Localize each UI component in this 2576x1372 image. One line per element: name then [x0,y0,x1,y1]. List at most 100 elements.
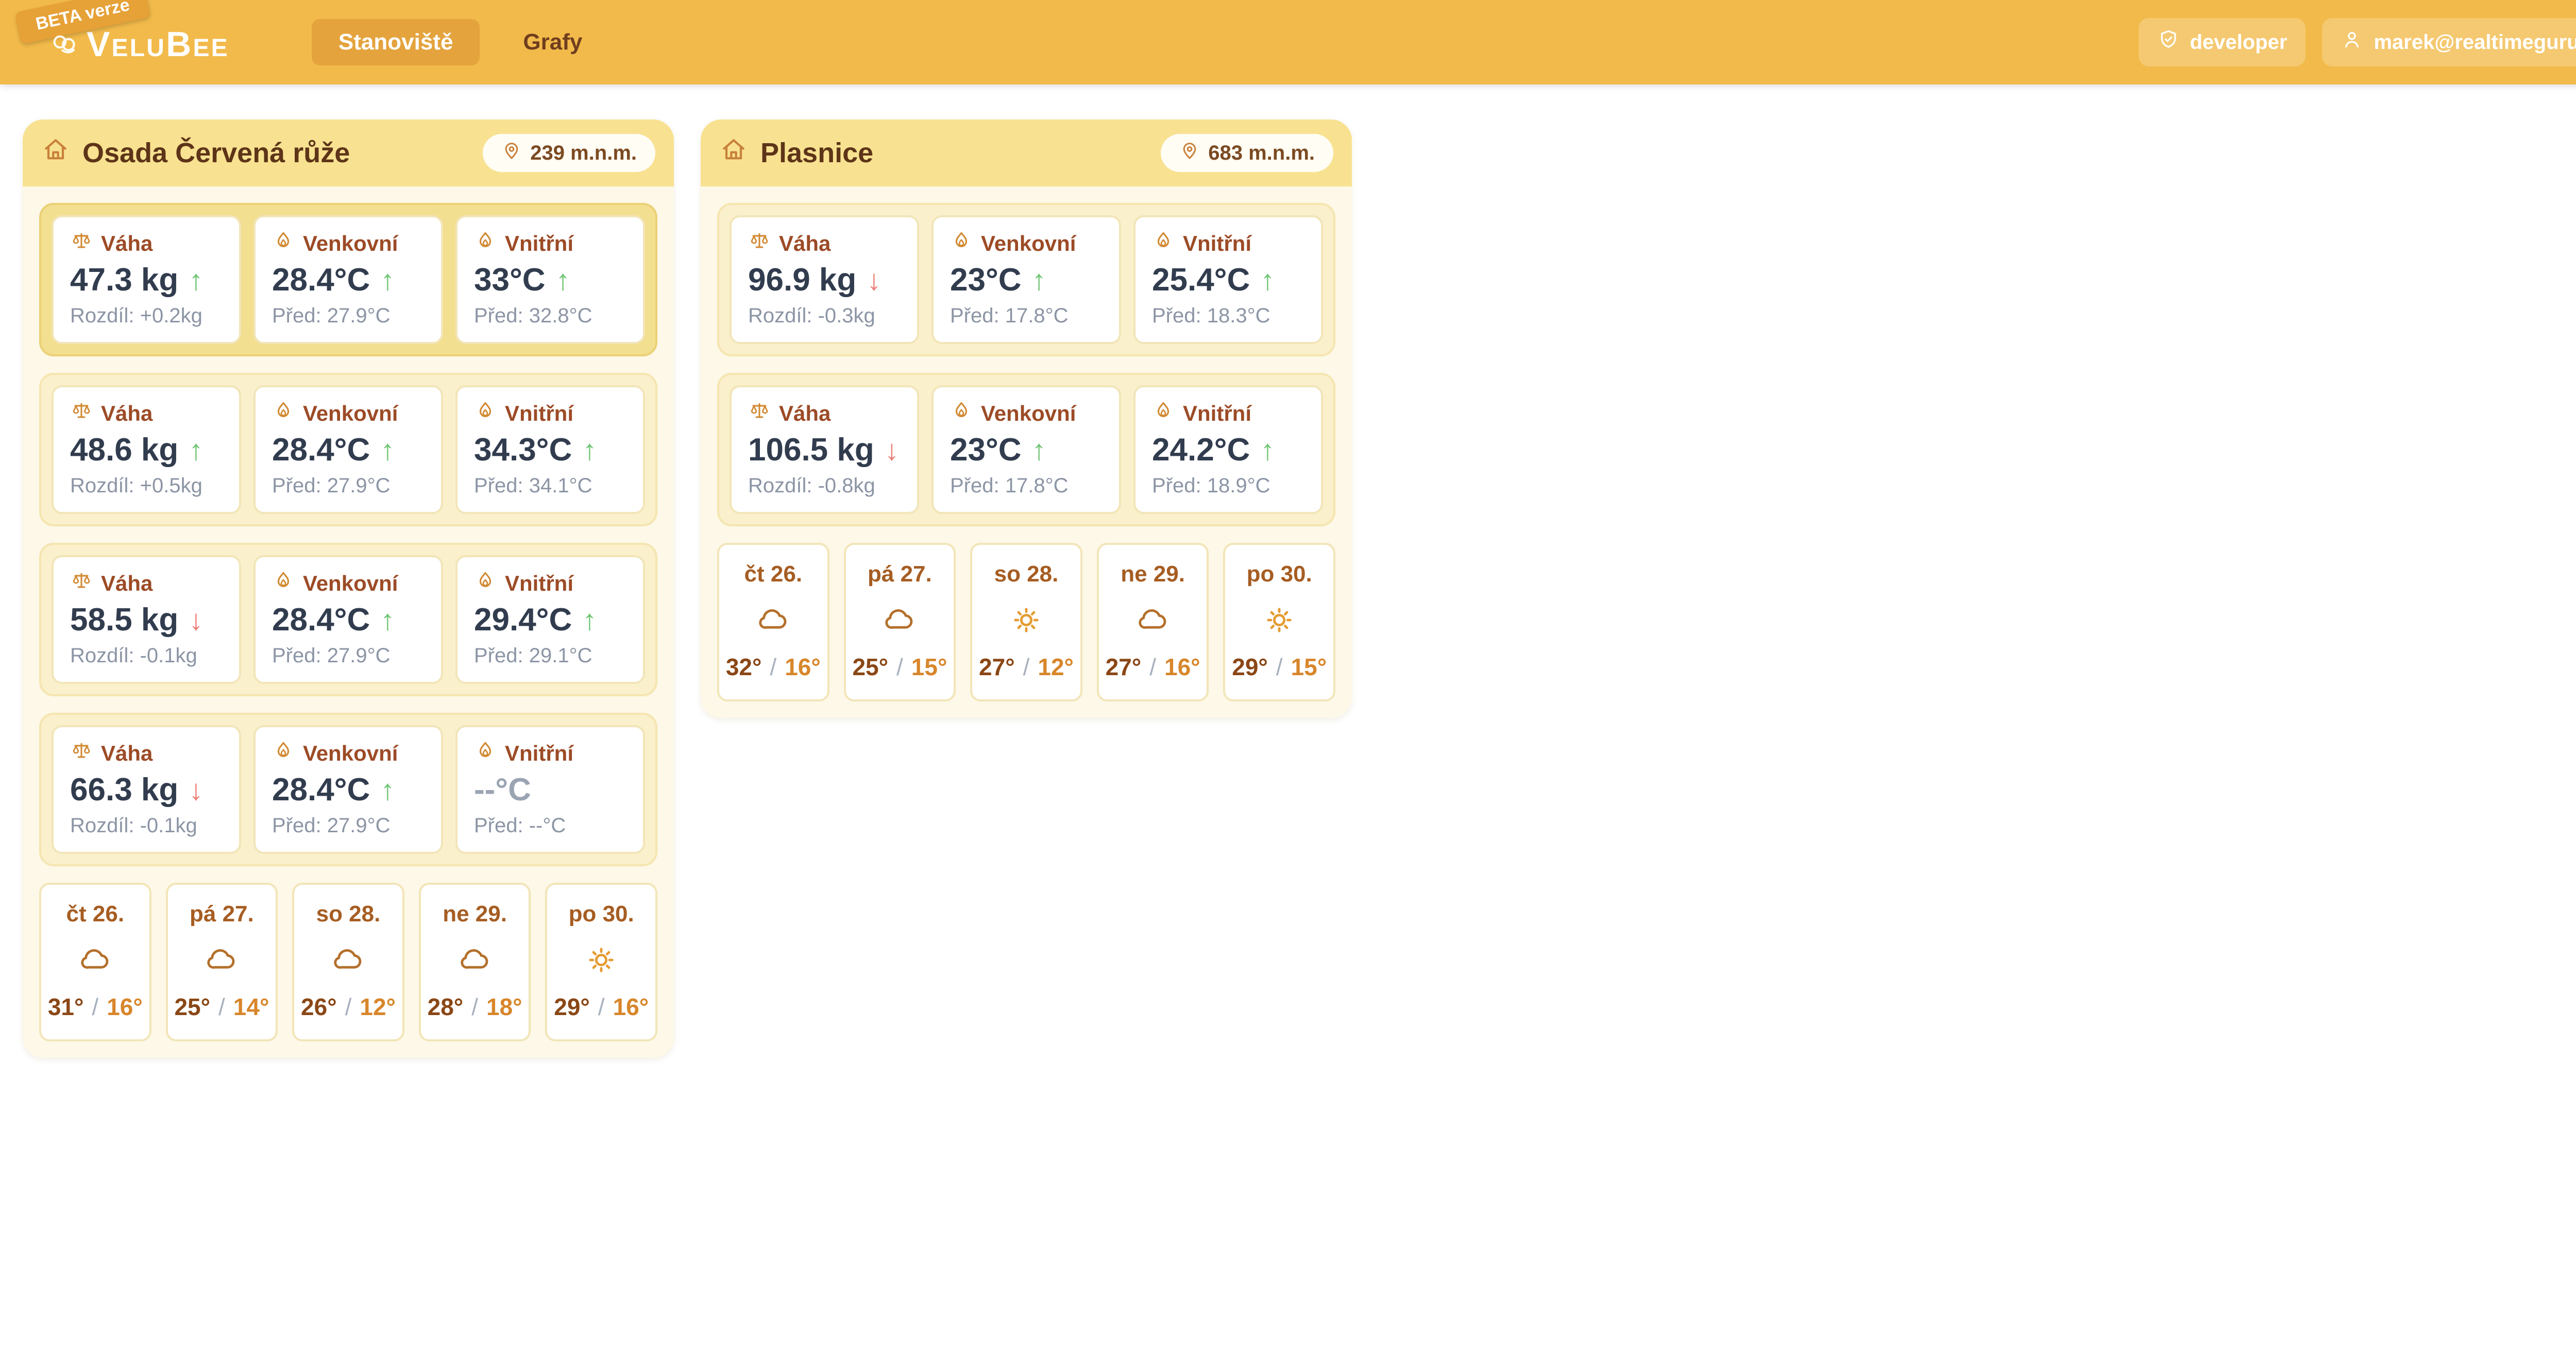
cloud-icon [455,942,495,977]
forecast-day: po 30. [1247,561,1312,587]
flame-icon [474,400,497,427]
metric-label: Váha [101,401,152,426]
forecast-day: ne 29. [1121,561,1185,587]
station-body: Váha 96.9 kg↓ Rozdíl: -0.3kg Venkovní 23… [701,186,1352,718]
stations-container: Osada Červená růže 239 m.n.m. Váha 47.3 … [0,84,2576,1093]
indoor-temp-value: --°C [474,771,531,808]
forecast-row: čt 26. 32°/16° pá 27. 25°/15° so 28. 27°… [717,543,1335,701]
hive-row[interactable]: Váha 58.5 kg↓ Rozdíl: -0.1kg Venkovní 28… [39,543,657,696]
outdoor-temp-value: 28.4°C [272,432,370,468]
user-account-badge[interactable]: marek@realtimeguru.cz [2322,18,2576,66]
forecast-high: 31° [48,993,84,1021]
metric-label: Váha [779,231,831,256]
outdoor-temp-tile: Venkovní 28.4°C↑ Před: 27.9°C [253,385,443,514]
forecast-low: 15° [1291,653,1327,681]
indoor-temp-prev: Před: 18.9°C [1152,474,1304,498]
hive-row[interactable]: Váha 47.3 kg↑ Rozdíl: +0.2kg Venkovní 28… [39,203,657,356]
tab-stanoviste[interactable]: Stanoviště [312,19,480,65]
brand-logo[interactable]: BETA verze VeluBee [49,19,229,65]
weight-value: 48.6 kg [70,432,178,468]
forecast-low: 12° [360,993,396,1021]
forecast-day: pá 27. [868,561,932,587]
weight-tile: Váha 58.5 kg↓ Rozdíl: -0.1kg [52,555,241,684]
main-tabs: Stanoviště Grafy [312,19,609,65]
forecast-low: 15° [911,653,947,681]
outdoor-temp-prev: Před: 17.8°C [950,304,1103,328]
metric-label: Venkovní [303,571,398,596]
outdoor-temp-tile: Venkovní 23°C↑ Před: 17.8°C [931,215,1121,344]
station-header: Plasnice 683 m.n.m. [701,119,1352,186]
forecast-tile: so 28. 26°/12° [292,883,404,1041]
indoor-temp-value: 33°C [474,262,546,298]
flame-icon [474,230,497,258]
trend-arrow-icon: ↑ [1260,266,1275,295]
forecast-high: 29° [554,993,590,1021]
forecast-day: pá 27. [190,901,254,927]
indoor-temp-prev: Před: --°C [474,814,626,837]
location-pin-icon [501,140,522,166]
metric-label: Venkovní [303,401,398,426]
hive-row[interactable]: Váha 96.9 kg↓ Rozdíl: -0.3kg Venkovní 23… [717,203,1335,356]
scale-icon [748,400,771,427]
home-icon [41,135,70,171]
weight-diff: Rozdíl: +0.5kg [70,474,223,498]
metric-label: Vnitřní [505,231,573,256]
scale-icon [70,740,93,767]
forecast-tile: so 28. 27°/12° [970,543,1082,701]
weight-diff: Rozdíl: +0.2kg [70,304,223,328]
outdoor-temp-prev: Před: 27.9°C [272,304,425,328]
developer-badge[interactable]: developer [2139,18,2306,66]
weight-value: 47.3 kg [70,262,178,298]
indoor-temp-value: 34.3°C [474,432,572,468]
outdoor-temp-prev: Před: 27.9°C [272,644,425,667]
station-title: Osada Červená růže [41,135,350,171]
cloud-icon [329,942,368,977]
forecast-high: 29° [1232,653,1268,681]
outdoor-temp-prev: Před: 27.9°C [272,814,425,837]
tab-grafy[interactable]: Grafy [496,19,609,65]
indoor-temp-value: 29.4°C [474,602,572,638]
forecast-high: 26° [301,993,337,1021]
station-header: Osada Červená růže 239 m.n.m. [23,119,674,186]
metric-label: Váha [779,401,831,426]
weight-diff: Rozdíl: -0.1kg [70,644,223,667]
indoor-temp-value: 25.4°C [1152,262,1250,298]
trend-arrow-icon: ↑ [582,436,597,465]
trend-arrow-icon: ↑ [189,436,203,465]
hive-row[interactable]: Váha 48.6 kg ↑ Rozdíl: +0.5kg Venkovní 28… [39,373,657,526]
trend-arrow-icon: ↑ [1032,266,1046,295]
cloud-icon [754,603,793,638]
brand-name: VeluBee [87,27,229,62]
station-name: Osada Červená růže [82,137,350,169]
outdoor-temp-value: 28.4°C [272,771,370,808]
navbar: BETA verze VeluBee Stanoviště Grafy deve… [0,0,2576,84]
altitude-badge: 683 m.n.m. [1161,134,1333,172]
metric-label: Vnitřní [505,571,573,596]
forecast-high: 25° [852,653,888,681]
forecast-low: 16° [785,653,821,681]
forecast-day: so 28. [994,561,1059,587]
forecast-low: 18° [486,993,522,1021]
outdoor-temp-tile: Venkovní 28.4°C↑ Před: 27.9°C [253,555,443,684]
outdoor-temp-tile: Venkovní 28.4°C↑ Před: 27.9°C [253,725,443,854]
navbar-right: developer marek@realtimeguru.cz [2139,18,2576,67]
indoor-temp-prev: Před: 34.1°C [474,474,626,498]
forecast-tile: ne 29. 27°/16° [1097,543,1209,701]
indoor-temp-tile: Vnitřní 33°C↑ Před: 32.8°C [455,215,645,344]
trend-arrow-icon: ↑ [380,606,395,634]
sun-icon [1007,603,1046,638]
altitude-value: 683 m.n.m. [1208,142,1315,165]
location-pin-icon [1179,140,1200,166]
forecast-high: 25° [174,993,210,1021]
outdoor-temp-tile: Venkovní 28.4°C↑ Před: 27.9°C [253,215,443,344]
flame-icon [272,740,295,767]
hive-row[interactable]: Váha 106.5 kg↓ Rozdíl: -0.8kg Venkovní 2… [717,373,1335,526]
altitude-badge: 239 m.n.m. [483,134,655,172]
outdoor-temp-value: 23°C [950,262,1022,298]
hive-row[interactable]: Váha 66.3 kg↓ Rozdíl: -0.1kg Venkovní 28… [39,713,657,866]
trend-arrow-icon: ↓ [885,436,899,465]
weight-diff: Rozdíl: -0.3kg [748,304,901,328]
indoor-temp-prev: Před: 32.8°C [474,304,626,328]
metric-label: Vnitřní [1183,401,1251,426]
forecast-tile: po 30. 29°/16° [545,883,657,1041]
